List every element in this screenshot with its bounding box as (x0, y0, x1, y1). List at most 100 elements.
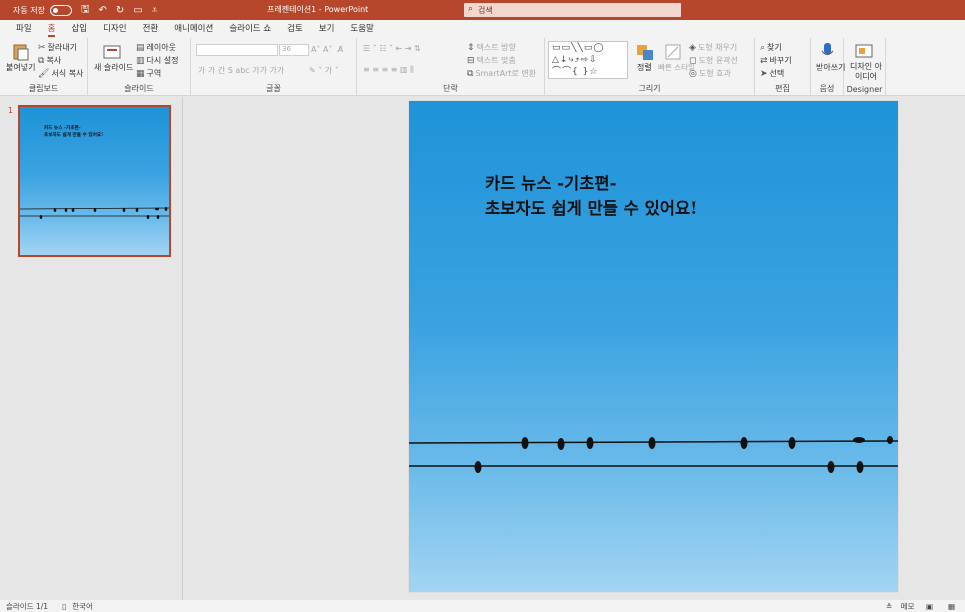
slide-thumbnail[interactable]: 카드 뉴스 -기초편- 초보자도 쉽게 만들 수 있어요! (18, 105, 171, 257)
tab-insert[interactable]: 삽입 (71, 20, 87, 38)
copy-label: 복사 (46, 56, 62, 65)
normal-view-icon[interactable]: ▣ (926, 602, 933, 611)
shape-fill-label: 도형 채우기 (697, 43, 738, 52)
tab-help[interactable]: 도움말 (350, 20, 373, 38)
layout-label: 레이아웃 (146, 43, 176, 52)
notes-label: 메모 (900, 601, 915, 611)
dictate-button[interactable]: 받아쓰기 (816, 62, 845, 73)
copy-button[interactable]: ⧉ 복사 (38, 55, 61, 66)
thumbnail-title-line-2: 초보자도 쉽게 만들 수 있어요! (44, 133, 104, 138)
language-indicator[interactable]: 한국어 (72, 601, 93, 612)
notes-button[interactable]: ≙ 메모 (886, 601, 914, 612)
text-direction-button[interactable]: ⇕ 텍스트 방향 (467, 42, 516, 53)
font-color-buttons[interactable]: ✎ ˅ 가 ˅ (309, 65, 339, 76)
font-size-buttons[interactable]: A˄ A˅ A̸ (311, 45, 343, 54)
microphone-icon[interactable] (817, 42, 839, 60)
paste-button[interactable]: 붙여넣기 (6, 62, 35, 73)
tab-slideshow[interactable]: 슬라이드 쇼 (229, 20, 271, 38)
autosave-switch[interactable] (49, 4, 72, 16)
replace-icon: ⇄ (760, 55, 768, 66)
spellcheck-icon[interactable]: ▯ (62, 602, 66, 611)
slides-group-label: 슬라이드 (124, 84, 154, 93)
format-painter-button[interactable]: 🖌 서식 복사 (38, 68, 83, 79)
tab-view[interactable]: 보기 (319, 20, 335, 38)
tab-file[interactable]: 파일 (16, 20, 32, 38)
title-bar: 자동 저장 🖫 ↶ ↻ ▭ ⩡ 프레젠테이션1 - PowerPoint ⌕ 검… (0, 0, 965, 20)
design-ideas-icon[interactable] (854, 42, 876, 60)
slide-title-textbox[interactable]: 카드 뉴스 -기초편- 초보자도 쉽게 만들 수 있어요! (485, 171, 697, 221)
arrange-button[interactable]: 정렬 (637, 62, 652, 73)
cursor-icon: ➤ (760, 68, 768, 79)
save-icon[interactable]: 🖫 (81, 2, 90, 19)
document-title: 프레젠테이션1 - PowerPoint (267, 5, 369, 14)
slide-thumbnails-panel: 1 카드 뉴스 -기초편- 초보자도 쉽게 만들 수 있어요! (0, 97, 183, 600)
tab-design[interactable]: 디자인 (103, 20, 126, 38)
brush-icon: 🖌 (38, 68, 50, 79)
select-button[interactable]: ➤ 선택 (760, 68, 784, 79)
shape-outline-label: 도형 윤곽선 (698, 56, 738, 65)
autosave-toggle[interactable]: 자동 저장 (13, 4, 72, 16)
align-text-button[interactable]: ⊟ 텍스트 맞춤 (467, 55, 516, 66)
section-label: 구역 (146, 69, 162, 78)
tab-animations[interactable]: 애니메이션 (174, 20, 213, 38)
drawing-group-label: 그리기 (638, 84, 661, 93)
find-button[interactable]: ⌕ 찾기 (760, 42, 782, 53)
text-direction-label: 텍스트 방향 (476, 43, 516, 52)
slide-number: 1 (8, 106, 14, 115)
align-buttons[interactable]: ≡ ≡ ≡ ≡ ▥ ⫼ (363, 65, 414, 75)
tab-home[interactable]: 홈 (47, 20, 55, 38)
smartart-button[interactable]: ⧉ SmartArt로 변환 (467, 68, 536, 79)
align-text-label: 텍스트 맞춤 (476, 56, 516, 65)
slide-sorter-icon[interactable]: ▦ (948, 602, 955, 611)
clipboard-group-label: 클립보드 (28, 84, 59, 93)
arrange-icon[interactable] (635, 43, 657, 61)
voice-group-label: 음성 (819, 84, 835, 93)
layout-button[interactable]: ▤ 레이아웃 (136, 42, 176, 53)
font-name-field[interactable] (196, 44, 278, 56)
ribbon: 붙여넣기 ✂ 잘라내기 ⧉ 복사 🖌 서식 복사 클립보드 새 슬라이드 ▤ 레이아웃 … (0, 38, 965, 96)
fill-icon: ◈ (689, 42, 696, 53)
select-label: 선택 (769, 69, 785, 78)
list-buttons[interactable]: ☰ ˅ ☷ ˅ ⇤ ⇥ ⇅ (363, 44, 421, 53)
reset-label: 다시 설정 (146, 56, 179, 65)
shapes-gallery[interactable]: ▭▭╲╲▭◯ △↓⤷⤴⇨⇩ ⌒⌒{ }☆ (548, 41, 628, 79)
section-icon: ▦ (136, 68, 145, 79)
redo-icon[interactable]: ↻ (116, 5, 124, 16)
font-style-buttons[interactable]: 가 가 간 S abc 가가 가가 (198, 65, 284, 76)
slide-title-line-1: 카드 뉴스 -기초편- (485, 174, 617, 193)
tab-transitions[interactable]: 전환 (143, 20, 159, 38)
slides-group: 새 슬라이드 ▤ 레이아웃 ▥ 다시 설정 ▦ 구역 슬라이드 (88, 38, 191, 96)
designer-group-label: Designer (846, 85, 883, 94)
autosave-label: 자동 저장 (13, 5, 45, 15)
shape-fill-button[interactable]: ◈ 도형 채우기 (689, 42, 737, 53)
undo-icon[interactable]: ↶ (99, 5, 107, 16)
tab-review[interactable]: 검토 (287, 20, 303, 38)
search-icon: ⌕ (468, 4, 474, 14)
font-size-field[interactable]: 36 (279, 44, 309, 56)
new-slide-icon[interactable] (102, 43, 124, 61)
copy-icon: ⧉ (38, 55, 45, 66)
search-input[interactable]: ⌕ 검색 (464, 3, 681, 17)
section-button[interactable]: ▦ 구역 (136, 68, 161, 79)
slide-canvas[interactable]: 카드 뉴스 -기초편- 초보자도 쉽게 만들 수 있어요! (409, 101, 898, 592)
reset-icon: ▥ (136, 55, 145, 66)
thumbnail-title-line-1: 카드 뉴스 -기초편- (44, 126, 81, 131)
replace-button[interactable]: ⇄ 바꾸기 (760, 55, 792, 66)
slide-editor: 카드 뉴스 -기초편- 초보자도 쉽게 만들 수 있어요! (184, 97, 965, 600)
reset-button[interactable]: ▥ 다시 설정 (136, 55, 179, 66)
quick-styles-icon[interactable] (663, 43, 685, 61)
present-icon[interactable]: ▭ (133, 5, 142, 16)
replace-label: 바꾸기 (769, 56, 792, 65)
search-placeholder: 검색 (478, 5, 493, 15)
shape-effects-label: 도형 효과 (698, 69, 731, 78)
paste-icon[interactable] (10, 43, 32, 61)
design-ideas-button[interactable]: 디자인 아이디어 (849, 62, 883, 82)
shape-outline-button[interactable]: ◻ 도형 윤곽선 (689, 55, 738, 66)
font-group: 36 A˄ A˅ A̸ 가 가 간 S abc 가가 가가 ✎ ˅ 가 ˅ 글꼴 (191, 38, 357, 96)
paragraph-group: ☰ ˅ ☷ ˅ ⇤ ⇥ ⇅ ≡ ≡ ≡ ≡ ▥ ⫼ ⇕ 텍스트 방향 ⊟ 텍스트 맞… (357, 38, 545, 96)
cut-button[interactable]: ✂ 잘라내기 (38, 42, 77, 53)
customize-qat-icon[interactable]: ⩡ (152, 5, 158, 16)
format-painter-label: 서식 복사 (51, 69, 84, 78)
new-slide-button[interactable]: 새 슬라이드 (94, 62, 133, 73)
shape-effects-button[interactable]: ◎ 도형 효과 (689, 68, 731, 79)
